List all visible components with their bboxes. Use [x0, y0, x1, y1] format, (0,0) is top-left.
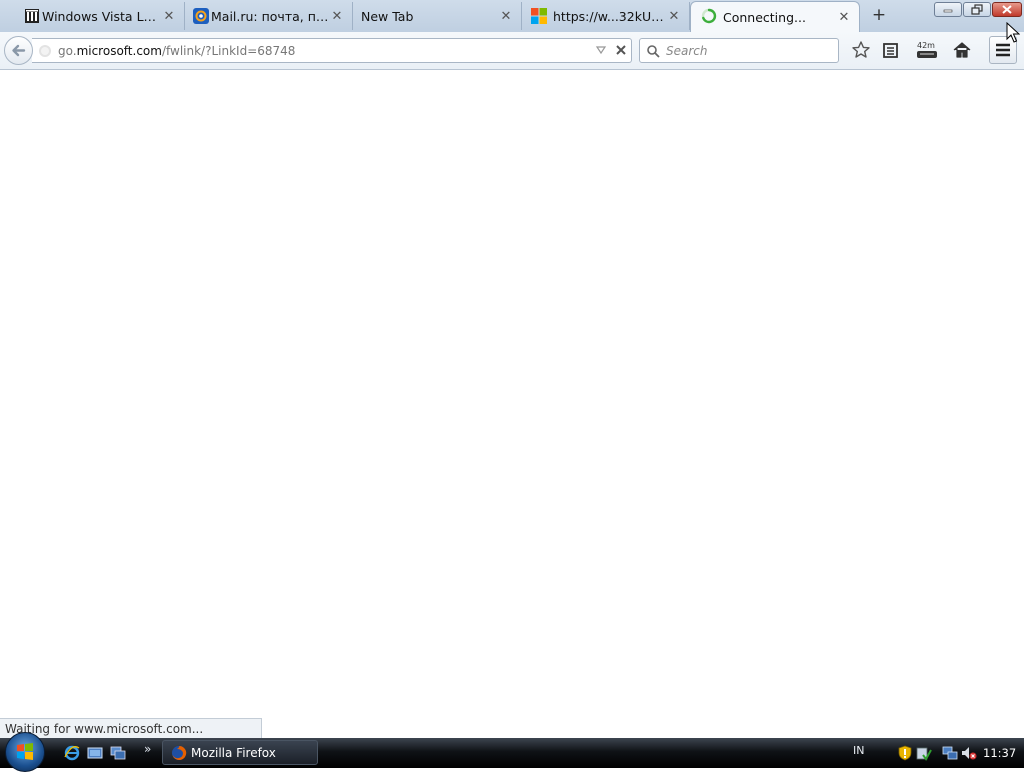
security-shield-icon[interactable] [897, 745, 913, 761]
start-button[interactable] [5, 732, 45, 772]
url-path: /fwlink/?LinkId=68748 [161, 44, 296, 58]
tab-new-tab[interactable]: New Tab ✕ [353, 2, 522, 30]
taskbar-firefox-window[interactable]: Mozilla Firefox [162, 740, 318, 765]
tab-close-icon[interactable]: ✕ [499, 9, 513, 24]
microsoft-logo-icon [531, 8, 547, 24]
bookmark-star-icon[interactable] [851, 40, 871, 60]
tab-mailru[interactable]: Mail.ru: почта, пои... ✕ [189, 2, 353, 30]
back-button[interactable] [4, 36, 33, 65]
minimize-button[interactable] [934, 2, 962, 17]
quicklaunch-overflow-button[interactable]: » [144, 742, 151, 756]
windows-logo-icon [17, 743, 33, 760]
vista-landmark-icon [25, 9, 39, 23]
mouse-cursor-icon [1006, 22, 1020, 43]
taskbar-window-label: Mozilla Firefox [191, 746, 276, 760]
loading-spinner-icon [701, 8, 717, 24]
tab-close-icon[interactable]: ✕ [330, 9, 344, 24]
taskbar-clock[interactable]: 11:37 [983, 746, 1016, 760]
taskbar: » Mozilla Firefox IN 11:37 [0, 732, 1024, 772]
tab-title: Mail.ru: почта, пои... [211, 8, 330, 24]
network-icon[interactable] [942, 745, 958, 761]
minimize-icon [943, 9, 953, 13]
pocket-icon [917, 51, 937, 58]
url-prefix: go. [58, 44, 77, 58]
search-placeholder: Search [666, 44, 708, 58]
tab-windows-vista[interactable]: Windows Vista Lan... ✕ [20, 2, 185, 30]
tab-title: New Tab [361, 8, 414, 24]
switch-windows-icon[interactable] [110, 745, 126, 761]
history-dropdown-icon[interactable] [595, 44, 607, 56]
pocket-button[interactable]: 42m [914, 38, 940, 62]
internet-explorer-icon[interactable] [64, 745, 80, 761]
tab-close-icon[interactable]: ✕ [837, 10, 851, 25]
url-bar[interactable]: go.microsoft.com/fwlink/?LinkId=68748 [32, 38, 632, 63]
mailru-at-icon [193, 8, 209, 24]
language-indicator[interactable]: IN [853, 744, 864, 757]
tab-title: Windows Vista Lan... [42, 8, 162, 24]
show-desktop-icon[interactable] [87, 745, 103, 761]
close-icon [1002, 5, 1012, 14]
restore-button[interactable] [963, 2, 991, 17]
volume-muted-icon[interactable] [961, 745, 977, 761]
stop-loading-icon[interactable] [614, 43, 628, 57]
tab-connecting[interactable]: Connecting... ✕ [690, 1, 860, 32]
firefox-icon [172, 745, 187, 760]
search-icon [647, 45, 660, 58]
restore-icon [971, 4, 983, 15]
bookmarks-menu-icon[interactable] [881, 40, 901, 60]
update-check-icon[interactable] [916, 745, 932, 761]
new-tab-button[interactable]: + [870, 6, 888, 24]
navigation-toolbar: go.microsoft.com/fwlink/?LinkId=68748 Se… [0, 32, 1024, 70]
pocket-label: 42m [917, 41, 935, 50]
tab-title: https://w...32kUz.8.0 [553, 8, 667, 24]
globe-icon [39, 45, 51, 57]
tab-microsoft-https[interactable]: https://w...32kUz.8.0 ✕ [526, 2, 690, 30]
home-icon[interactable] [952, 40, 972, 60]
tab-title: Connecting... [723, 9, 806, 25]
tab-strip: Windows Vista Lan... ✕ Mail.ru: почта, п… [0, 0, 1024, 32]
url-text[interactable]: go.microsoft.com/fwlink/?LinkId=68748 [58, 44, 295, 58]
url-host: microsoft.com [76, 44, 162, 58]
window-close-button[interactable] [992, 2, 1022, 17]
tab-close-icon[interactable]: ✕ [667, 9, 681, 24]
page-content [0, 70, 1024, 738]
search-box[interactable]: Search [639, 38, 839, 63]
tab-close-icon[interactable]: ✕ [162, 9, 176, 24]
back-arrow-icon [12, 44, 26, 57]
